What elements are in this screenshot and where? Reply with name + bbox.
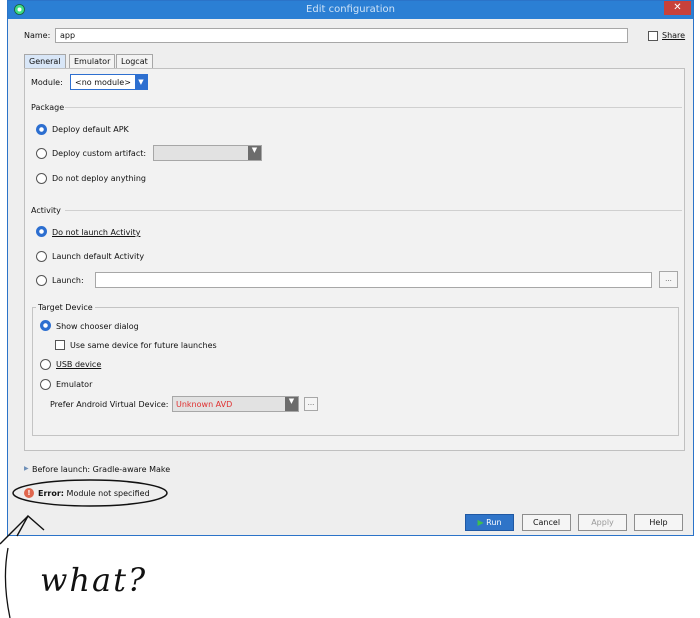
annotation-overlay (0, 479, 168, 618)
annotation-curve-mark (4, 547, 11, 618)
handwritten-what-annotation: what? (40, 561, 148, 599)
error-circle-mark (12, 479, 168, 507)
arrow-mark (0, 514, 45, 545)
